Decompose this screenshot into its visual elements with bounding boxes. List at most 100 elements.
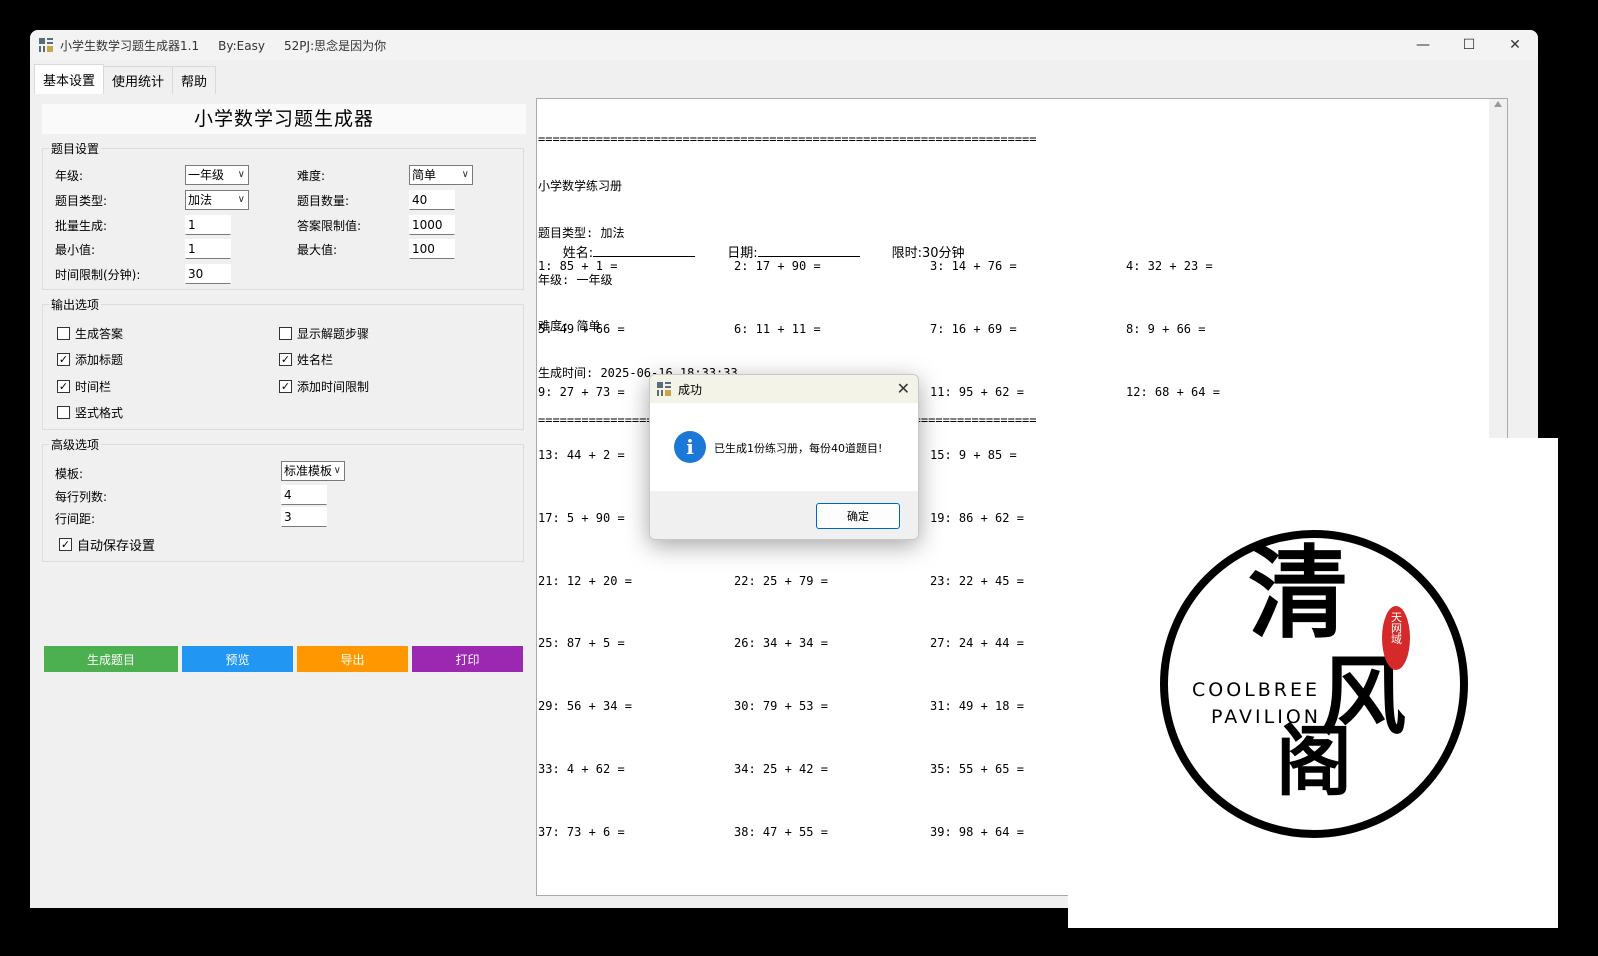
scroll-up-icon[interactable] [1494, 101, 1502, 107]
time-limit-label: 时间限制(分钟): [55, 268, 141, 282]
question-item: 25: 87 + 5 = [538, 636, 625, 651]
app-icon [38, 37, 54, 53]
tab-basic-settings[interactable]: 基本设置 [34, 64, 105, 94]
batch-input[interactable]: 1 [185, 215, 231, 235]
spacing-label: 行间距: [55, 512, 96, 526]
question-settings-group: 题目设置 年级: 一年级 ∨ 难度: 简单 ∨ 题目类型: 加法 ∨ 题目数量: 40… [42, 140, 524, 290]
template-select[interactable]: 标准模板 ∨ [281, 461, 345, 481]
dialog-close-button[interactable]: ✕ [897, 379, 910, 398]
settings-panel: 小学数学习题生成器 题目设置 年级: 一年级 ∨ 难度: 简单 ∨ 题目类型: 加法… [42, 104, 526, 894]
count-label: 题目数量: [297, 194, 350, 208]
header-line: 小学数学练习册 [538, 178, 623, 193]
question-item: 39: 98 + 64 = [930, 825, 1024, 840]
check-icon: ✓ [57, 353, 70, 366]
preview-button[interactable]: 预览 [182, 646, 293, 672]
tab-bar: 基本设置 使用统计 帮助 [34, 64, 217, 94]
question-item: 4: 32 + 23 = [1126, 259, 1213, 273]
columns-label: 每行列数: [55, 490, 108, 504]
chevron-down-icon: ∨ [237, 194, 245, 205]
question-item: 5: 49 + 66 = [538, 321, 625, 336]
question-item: 13: 44 + 2 = [538, 447, 625, 462]
grade-select[interactable]: 一年级 ∨ [185, 165, 249, 185]
time-field-checkbox[interactable]: ✓ 时间栏 [57, 378, 111, 395]
question-item: 12: 68 + 64 = [1126, 384, 1220, 399]
page-title: 小学数学习题生成器 [42, 104, 526, 134]
generate-button[interactable]: 生成题目 [44, 646, 178, 672]
dialog-title-bar[interactable]: 成功 ✕ [650, 375, 918, 403]
name-field-checkbox[interactable]: ✓ 姓名栏 [279, 351, 333, 368]
min-input[interactable]: 1 [185, 239, 231, 259]
header-line: 难度: 简单 [538, 319, 601, 334]
question-item: 1: 85 + 1 = [538, 259, 618, 273]
answer-limit-input[interactable]: 1000 [409, 215, 455, 235]
question-item: 8: 9 + 66 = [1126, 321, 1206, 336]
ok-button[interactable]: 确定 [816, 503, 900, 529]
question-item: 30: 79 + 53 = [734, 699, 828, 714]
count-input[interactable]: 40 [409, 190, 455, 210]
generate-answers-checkbox[interactable]: 生成答案 [57, 325, 123, 342]
time-limit-input[interactable]: 30 [185, 264, 231, 284]
tab-usage-stats[interactable]: 使用统计 [103, 66, 174, 94]
output-options-group: 输出选项 生成答案 显示解题步骤 ✓ 添加标题 ✓ 姓名栏 ✓ 时间栏 ✓ 添加时间限制… [42, 296, 524, 430]
chevron-down-icon: ∨ [461, 169, 469, 180]
export-button[interactable]: 导出 [297, 646, 408, 672]
advanced-options-group: 高级选项 模板: 标准模板 ∨ 每行列数: 4 行间距: 3 ✓ 自动保存设置 [42, 436, 524, 562]
minimize-button[interactable]: — [1400, 30, 1446, 60]
question-item: 34: 25 + 42 = [734, 762, 828, 777]
check-icon: ✓ [59, 538, 72, 551]
question-item: 2: 17 + 90 = [734, 259, 821, 273]
question-item: 37: 73 + 6 = [538, 825, 625, 840]
check-icon: ✓ [57, 380, 70, 393]
question-item: 6: 11 + 11 = [734, 321, 821, 336]
watermark-char: 阁 [1276, 717, 1352, 806]
batch-label: 批量生成: [55, 219, 108, 233]
seal-text: 天网域 [1390, 612, 1403, 645]
autosave-checkbox[interactable]: ✓ 自动保存设置 [59, 535, 155, 554]
difficulty-select[interactable]: 简单 ∨ [409, 165, 473, 185]
check-icon: ✓ [279, 353, 292, 366]
columns-input[interactable]: 4 [281, 485, 327, 505]
answer-limit-label: 答案限制值: [297, 219, 362, 233]
type-select[interactable]: 加法 ∨ [185, 190, 249, 210]
question-item: 33: 4 + 62 = [538, 762, 625, 777]
spacing-input[interactable]: 3 [281, 507, 327, 527]
close-button[interactable]: ✕ [1492, 30, 1538, 60]
maximize-button[interactable]: ☐ [1446, 30, 1492, 60]
min-label: 最小值: [55, 243, 96, 257]
app-icon [656, 381, 672, 397]
question-item: 9: 27 + 73 = [538, 384, 625, 399]
question-item: 3: 14 + 76 = [930, 259, 1017, 273]
chevron-down-icon: ∨ [333, 462, 341, 480]
type-label: 题目类型: [55, 194, 108, 208]
question-item: 21: 12 + 20 = [538, 573, 632, 588]
checkbox-box [279, 327, 292, 340]
watermark-text: COOLBREE [1192, 679, 1320, 701]
question-item: 27: 24 + 44 = [930, 636, 1024, 651]
title-bar[interactable]: 小学生数学习题生成器1.1 By:Easy 52PJ:思念是因为你 — ☐ ✕ [30, 30, 1538, 60]
tab-help[interactable]: 帮助 [172, 66, 217, 94]
dialog-body: i 已生成1份练习册，每份40道题目! [650, 403, 918, 491]
show-steps-checkbox[interactable]: 显示解题步骤 [279, 325, 369, 342]
watermark-char: 清 [1248, 534, 1348, 652]
checkbox-box [57, 327, 70, 340]
question-item: 17: 5 + 90 = [538, 510, 625, 525]
max-input[interactable]: 100 [409, 239, 455, 259]
print-button[interactable]: 打印 [412, 646, 523, 672]
checkbox-box [57, 406, 70, 419]
separator-line: ========================================… [538, 132, 1037, 147]
question-item: 31: 49 + 18 = [930, 699, 1024, 714]
question-item: 7: 16 + 69 = [930, 321, 1017, 336]
question-item: 38: 47 + 55 = [734, 825, 828, 840]
question-item: 26: 34 + 34 = [734, 636, 828, 651]
watermark-seal: 清 风 阁 COOLBREE PAVILION 天网域 [1160, 530, 1468, 838]
vertical-format-checkbox[interactable]: 竖式格式 [57, 404, 123, 421]
group-label: 输出选项 [49, 296, 102, 313]
add-title-checkbox[interactable]: ✓ 添加标题 [57, 351, 123, 368]
question-item: 15: 9 + 85 = [930, 447, 1017, 462]
add-time-limit-checkbox[interactable]: ✓ 添加时间限制 [279, 378, 369, 395]
question-item: 11: 95 + 62 = [930, 384, 1024, 399]
check-icon: ✓ [279, 380, 292, 393]
question-item: 22: 25 + 79 = [734, 573, 828, 588]
difficulty-label: 难度: [297, 169, 326, 183]
chevron-down-icon: ∨ [237, 169, 245, 180]
